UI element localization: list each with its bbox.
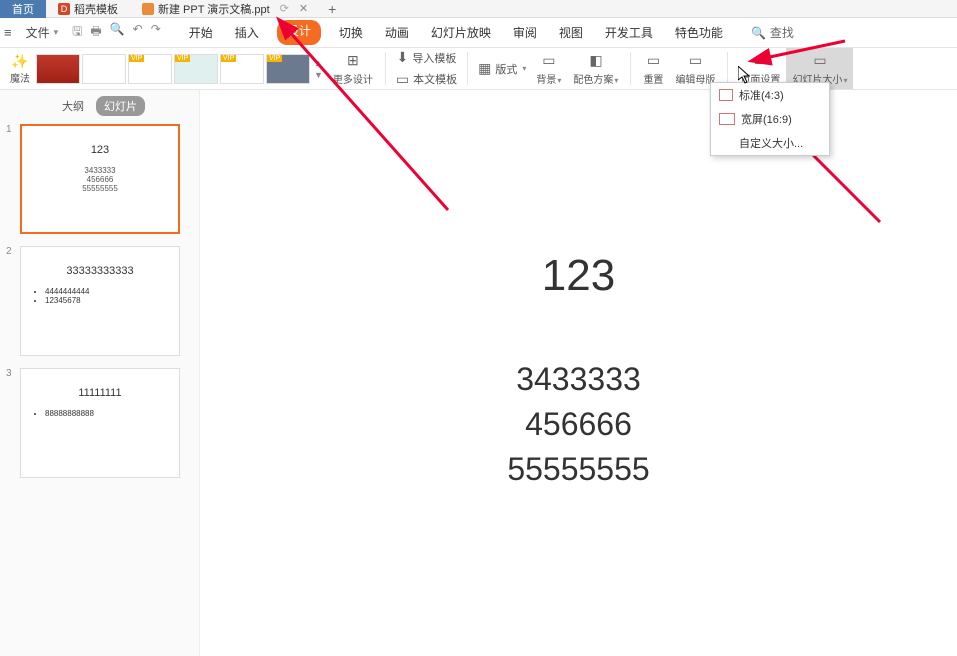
ribbon-tabs: 开始 插入 设计 切换 动画 幻灯片放映 审阅 视图 开发工具 特色功能 (185, 20, 727, 45)
thumb-line: 3433333 (84, 166, 115, 175)
template-thumb[interactable]: VIP (174, 54, 218, 84)
slide-number: 2 (6, 246, 14, 356)
slide-canvas[interactable]: 123 3433333 456666 55555555 (200, 90, 957, 656)
tab-design[interactable]: 设计 (277, 20, 321, 45)
search-box[interactable]: 🔍查找 (751, 24, 794, 41)
master-icon: ▭ (689, 52, 702, 69)
template-thumb[interactable] (36, 54, 80, 84)
slide-number: 3 (6, 368, 14, 478)
slides-tab[interactable]: 幻灯片 (96, 96, 145, 116)
slide-size-icon: ▭ (813, 52, 826, 69)
print-icon[interactable]: 🖶 (90, 22, 101, 43)
tab-start[interactable]: 开始 (185, 20, 217, 45)
template-thumb[interactable]: VIP (220, 54, 264, 84)
thumb-title: 123 (91, 144, 109, 156)
thumb-bullet: 88888888888 (45, 409, 94, 418)
panel-view-tabs: 大纲 幻灯片 (6, 96, 193, 116)
slide-content: 123 3433333 456666 55555555 (507, 251, 649, 496)
import-icon: ⬇ (397, 49, 409, 66)
page-setup-icon: ▭ (754, 52, 767, 69)
thumb-content: 11111111 88888888888 (20, 368, 180, 478)
quick-access: 🖫 🖶 🔍 ↶ ↷ (72, 22, 161, 43)
slide-thumb-3[interactable]: 3 11111111 88888888888 (6, 368, 193, 478)
gallery-nav[interactable]: ▲▼ (310, 48, 327, 89)
tab-insert[interactable]: 插入 (231, 20, 263, 45)
tab-devtools[interactable]: 开发工具 (601, 20, 657, 45)
slide-line: 3433333 (507, 361, 649, 398)
slide-thumb-2[interactable]: 2 33333333333 4444444444 12345678 (6, 246, 193, 356)
layout-icon: ▦ (478, 60, 491, 77)
slide-thumb-1[interactable]: 1 123 3433333 456666 55555555 (6, 124, 193, 234)
ratio-169-icon (719, 113, 735, 125)
import-template-button[interactable]: ⬇导入模板 (392, 48, 461, 68)
size-wide[interactable]: 宽屏(16:9) (711, 107, 829, 131)
palette-icon: ◧ (589, 52, 602, 69)
file-menu[interactable]: 文件▾ (26, 24, 59, 41)
thumb-title: 33333333333 (66, 265, 133, 277)
slide-number: 1 (6, 124, 14, 234)
slide-line: 456666 (507, 406, 649, 443)
template-thumb[interactable] (82, 54, 126, 84)
tab-transition[interactable]: 切换 (335, 20, 367, 45)
thumb-content: 123 3433333 456666 55555555 (20, 124, 180, 234)
template-thumb[interactable]: VIP (266, 54, 310, 84)
chevron-down-icon[interactable]: ▼ (314, 70, 323, 80)
tab-features[interactable]: 特色功能 (671, 20, 727, 45)
cursor-icon (738, 66, 752, 87)
size-standard[interactable]: 标准(4:3) (711, 83, 829, 107)
save-icon[interactable]: 🖫 (72, 22, 82, 43)
size-custom[interactable]: 自定义大小... (711, 131, 829, 155)
layout-button[interactable]: ▦版式▾ (474, 59, 530, 79)
new-tab-button[interactable]: + (320, 1, 344, 17)
tab-slideshow[interactable]: 幻灯片放映 (427, 20, 495, 45)
sync-icon[interactable]: ⟳ (280, 2, 289, 15)
outline-tab[interactable]: 大纲 (54, 96, 92, 116)
hamburger-icon[interactable]: ≡ (4, 25, 12, 40)
wand-icon: ✨ (11, 53, 28, 70)
tab-document[interactable]: 新建 PPT 演示文稿.ppt ⟳ ✕ (130, 0, 320, 18)
menubar: ≡ 文件▾ 🖫 🖶 🔍 ↶ ↷ 开始 插入 设计 切换 动画 幻灯片放映 审阅 … (0, 18, 957, 48)
slide-size-menu: 标准(4:3) 宽屏(16:9) 自定义大小... (710, 82, 830, 156)
tab-view[interactable]: 视图 (555, 20, 587, 45)
reset-button[interactable]: ▭重置 (637, 48, 669, 89)
tab-animation[interactable]: 动画 (381, 20, 413, 45)
doc-icon: ▭ (396, 71, 409, 88)
magic-button[interactable]: ✨魔法 (4, 48, 36, 89)
template-gallery: VIP VIP VIP VIP (36, 48, 310, 89)
search-icon: 🔍 (751, 26, 766, 40)
thumb-line: 55555555 (82, 184, 118, 193)
reset-icon: ▭ (647, 52, 660, 69)
slide-line: 55555555 (507, 451, 649, 488)
ratio-43-icon (719, 89, 733, 101)
titlebar-tabs: 首页 D稻壳模板 新建 PPT 演示文稿.ppt ⟳ ✕ + (0, 0, 957, 18)
workspace: 大纲 幻灯片 1 123 3433333 456666 55555555 2 3… (0, 90, 957, 656)
app-icon: D (58, 3, 70, 15)
tab-review[interactable]: 审阅 (509, 20, 541, 45)
thumb-bullet: 12345678 (45, 296, 90, 305)
thumb-line: 456666 (87, 175, 114, 184)
preview-icon[interactable]: 🔍 (110, 22, 125, 43)
grid-icon: ⊞ (347, 52, 359, 69)
redo-icon[interactable]: ↷ (151, 22, 161, 43)
chevron-up-icon[interactable]: ▲ (314, 58, 323, 68)
undo-icon[interactable]: ↶ (133, 22, 143, 43)
this-template-button[interactable]: ▭本文模板 (392, 70, 461, 90)
template-thumb[interactable]: VIP (128, 54, 172, 84)
tab-templates[interactable]: D稻壳模板 (46, 0, 130, 18)
more-designs-button[interactable]: ⊞更多设计 (327, 48, 379, 89)
tab-home[interactable]: 首页 (0, 0, 46, 18)
slide-title: 123 (507, 251, 649, 301)
chevron-down-icon: ▾ (54, 27, 59, 38)
background-icon: ▭ (542, 52, 555, 69)
thumb-bullet: 4444444444 (45, 287, 90, 296)
ppt-icon (142, 3, 154, 15)
colors-button[interactable]: ◧配色方案▾ (567, 48, 624, 89)
background-button[interactable]: ▭背景▾ (530, 48, 567, 89)
thumb-title: 11111111 (78, 387, 121, 399)
close-icon[interactable]: ✕ (299, 2, 308, 15)
thumb-content: 33333333333 4444444444 12345678 (20, 246, 180, 356)
slide-panel: 大纲 幻灯片 1 123 3433333 456666 55555555 2 3… (0, 90, 200, 656)
